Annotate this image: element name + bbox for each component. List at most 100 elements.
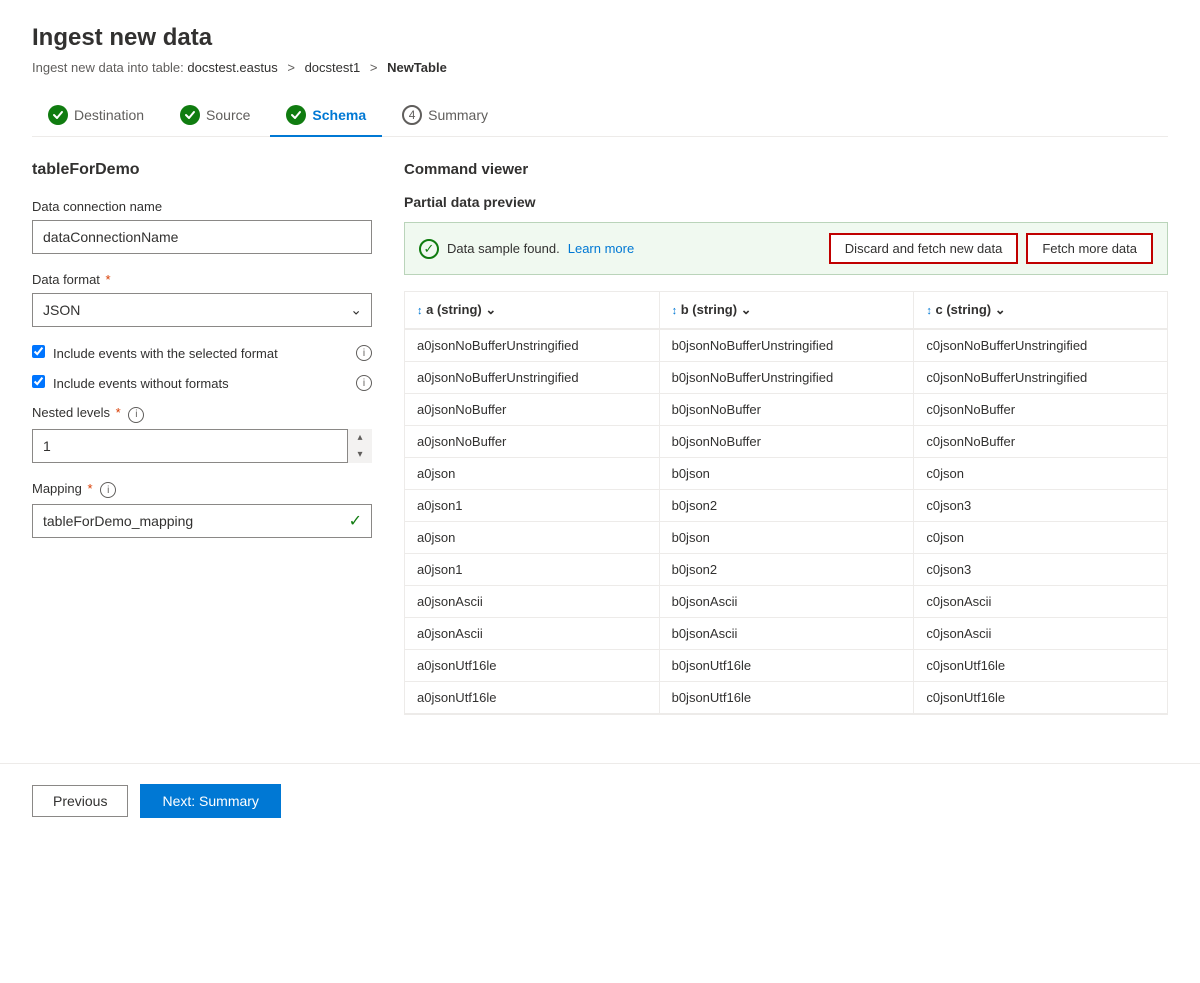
col-header-a[interactable]: ↕ a (string) ⌄ (405, 292, 659, 329)
table-cell: b0jsonNoBuffer (659, 394, 914, 426)
connection-name-group: Data connection name (32, 199, 372, 254)
learn-more-link[interactable]: Learn more (568, 241, 634, 256)
data-sample-left: ✓ Data sample found. Learn more (419, 239, 634, 259)
tab-schema[interactable]: Schema (270, 95, 382, 137)
table-cell: a0json1 (405, 490, 659, 522)
table-cell: b0json (659, 458, 914, 490)
col-header-c[interactable]: ↕ c (string) ⌄ (914, 292, 1167, 329)
partial-preview-title: Partial data preview (404, 194, 1168, 210)
table-cell: c0jsonUtf16le (914, 650, 1167, 682)
table-cell: b0jsonUtf16le (659, 650, 914, 682)
table-cell: c0jsonNoBufferUnstringified (914, 329, 1167, 362)
table-cell: c0json (914, 458, 1167, 490)
table-cell: a0json1 (405, 554, 659, 586)
table-cell: a0jsonUtf16le (405, 682, 659, 714)
data-sample-check-icon: ✓ (419, 239, 439, 259)
previous-button[interactable]: Previous (32, 785, 128, 817)
mapping-info-icon[interactable]: i (100, 482, 116, 498)
table-row: a0jsonb0jsonc0json (405, 458, 1167, 490)
connection-name-label: Data connection name (32, 199, 372, 214)
mapping-group: Mapping * i ✓ (32, 481, 372, 539)
table-row: a0json1b0json2c0json3 (405, 554, 1167, 586)
table-row: a0jsonNoBufferUnstringifiedb0jsonNoBuffe… (405, 362, 1167, 394)
nested-levels-group: Nested levels * i ▴ ▾ (32, 405, 372, 463)
include-events-selected-checkbox[interactable] (32, 345, 45, 358)
destination-check-icon (48, 105, 68, 125)
table-row: a0jsonAsciib0jsonAsciic0jsonAscii (405, 586, 1167, 618)
footer: Previous Next: Summary (0, 763, 1200, 838)
table-row: a0jsonb0jsonc0json (405, 522, 1167, 554)
tab-destination[interactable]: Destination (32, 95, 160, 137)
summary-step-num: 4 (402, 105, 422, 125)
include-events-without-group: Include events without formats i (32, 375, 372, 393)
table-cell: a0jsonNoBuffer (405, 426, 659, 458)
tab-summary[interactable]: 4 Summary (386, 95, 504, 137)
table-cell: a0jsonAscii (405, 618, 659, 650)
table-cell: c0json (914, 522, 1167, 554)
nested-levels-input-wrapper: ▴ ▾ (32, 429, 372, 463)
left-panel: tableForDemo Data connection name Data f… (32, 161, 372, 715)
include-events-selected-group: Include events with the selected format … (32, 345, 372, 363)
table-row: a0json1b0json2c0json3 (405, 490, 1167, 522)
table-cell: c0jsonNoBuffer (914, 426, 1167, 458)
spin-up-button[interactable]: ▴ (348, 429, 372, 446)
table-cell: a0json (405, 458, 659, 490)
col-label-c: c (string) (936, 302, 992, 317)
include-events-without-checkbox[interactable] (32, 375, 45, 388)
data-sample-text: Data sample found. (447, 241, 560, 256)
data-format-select-wrapper: JSON CSV TSV AVRO Parquet ⌄ (32, 293, 372, 327)
data-format-label: Data format * (32, 272, 372, 287)
table-cell: b0jsonAscii (659, 618, 914, 650)
table-header-row: ↕ a (string) ⌄ ↕ b (string) ⌄ ↕ (405, 292, 1167, 329)
table-cell: b0jsonNoBuffer (659, 426, 914, 458)
mapping-input[interactable] (32, 504, 372, 538)
table-row: a0jsonAsciib0jsonAsciic0jsonAscii (405, 618, 1167, 650)
table-row: a0jsonNoBufferb0jsonNoBufferc0jsonNoBuff… (405, 426, 1167, 458)
col-sort-icon-a: ↕ (417, 305, 423, 317)
table-cell: c0jsonAscii (914, 586, 1167, 618)
data-format-select[interactable]: JSON CSV TSV AVRO Parquet (32, 293, 372, 327)
col-sort-icon-b: ↕ (672, 305, 678, 317)
col-sort-icon-c: ↕ (926, 305, 932, 317)
nested-levels-input[interactable] (32, 429, 372, 463)
data-table: ↕ a (string) ⌄ ↕ b (string) ⌄ ↕ (405, 292, 1167, 714)
table-cell: b0jsonAscii (659, 586, 914, 618)
spin-down-button[interactable]: ▾ (348, 446, 372, 463)
include-events-without-info-icon[interactable]: i (356, 375, 372, 391)
next-summary-button[interactable]: Next: Summary (140, 784, 280, 818)
table-cell: a0jsonNoBuffer (405, 394, 659, 426)
source-check-icon (180, 105, 200, 125)
left-panel-title: tableForDemo (32, 161, 372, 179)
table-cell: a0jsonNoBufferUnstringified (405, 329, 659, 362)
command-viewer-title: Command viewer (404, 161, 1168, 178)
fetch-more-button[interactable]: Fetch more data (1026, 233, 1153, 264)
table-row: a0jsonNoBufferUnstringifiedb0jsonNoBuffe… (405, 329, 1167, 362)
table-cell: a0jsonNoBufferUnstringified (405, 362, 659, 394)
table-cell: a0json (405, 522, 659, 554)
table-cell: a0jsonUtf16le (405, 650, 659, 682)
table-row: a0jsonNoBufferb0jsonNoBufferc0jsonNoBuff… (405, 394, 1167, 426)
breadcrumb: Ingest new data into table: docstest.eas… (32, 60, 1168, 75)
table-body: a0jsonNoBufferUnstringifiedb0jsonNoBuffe… (405, 329, 1167, 714)
schema-check-icon (286, 105, 306, 125)
nested-levels-label: Nested levels * i (32, 405, 372, 423)
table-cell: b0jsonNoBufferUnstringified (659, 329, 914, 362)
discard-fetch-button[interactable]: Discard and fetch new data (829, 233, 1019, 264)
table-cell: c0jsonNoBufferUnstringified (914, 362, 1167, 394)
include-events-selected-info-icon[interactable]: i (356, 345, 372, 361)
tab-source[interactable]: Source (164, 95, 266, 137)
col-header-b[interactable]: ↕ b (string) ⌄ (659, 292, 914, 329)
page-title: Ingest new data (32, 24, 1168, 52)
table-cell: b0jsonNoBufferUnstringified (659, 362, 914, 394)
include-events-selected-label: Include events with the selected format (53, 345, 278, 363)
nested-levels-info-icon[interactable]: i (128, 407, 144, 423)
table-cell: c0jsonUtf16le (914, 682, 1167, 714)
nested-levels-spin: ▴ ▾ (347, 429, 372, 463)
data-table-container: ↕ a (string) ⌄ ↕ b (string) ⌄ ↕ (404, 291, 1168, 715)
col-label-a: a (string) (426, 302, 482, 317)
table-cell: b0json (659, 522, 914, 554)
table-cell: c0json3 (914, 490, 1167, 522)
table-cell: b0json2 (659, 554, 914, 586)
connection-name-input[interactable] (32, 220, 372, 254)
right-panel: Command viewer Partial data preview ✓ Da… (404, 161, 1168, 715)
